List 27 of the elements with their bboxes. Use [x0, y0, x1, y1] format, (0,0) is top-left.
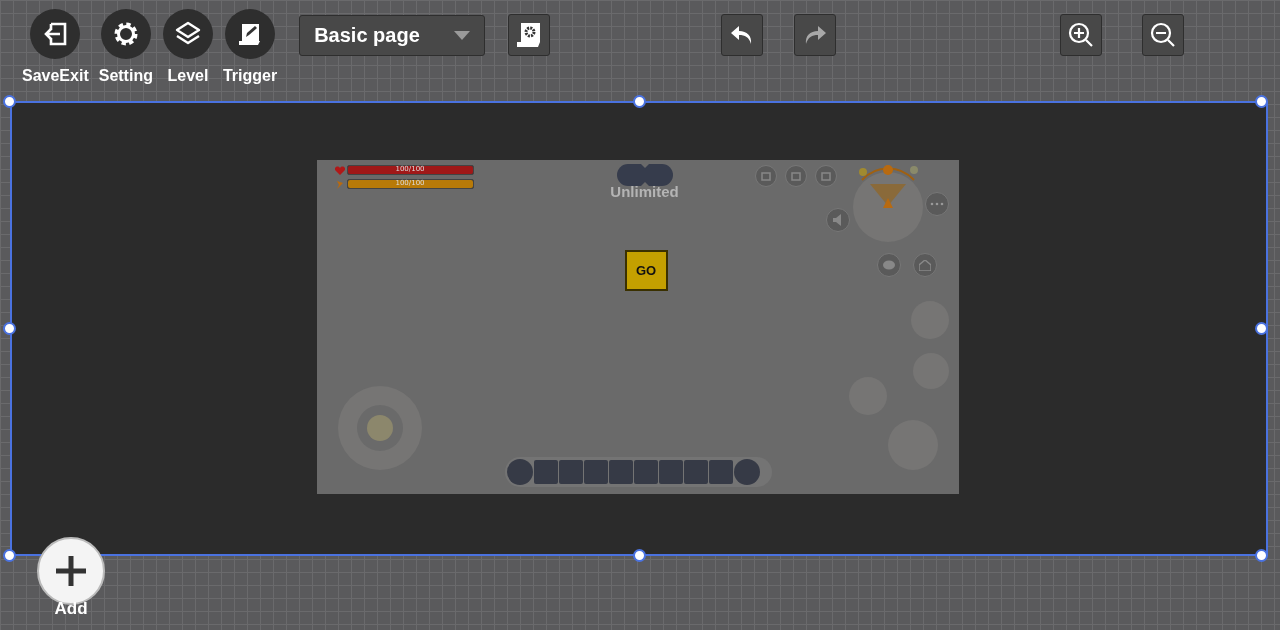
inventory-slot[interactable] — [658, 460, 683, 484]
inventory-slot[interactable] — [533, 460, 558, 484]
page-settings-button[interactable] — [508, 14, 551, 56]
inventory-slot[interactable] — [708, 460, 733, 484]
zoom-in-button[interactable] — [1060, 14, 1103, 56]
caret-icon — [454, 31, 471, 40]
speaker-icon[interactable] — [825, 208, 850, 232]
go-button[interactable]: GO — [624, 250, 668, 291]
page-dropdown[interactable]: Basic page — [299, 15, 486, 56]
inventory-slot[interactable] — [608, 460, 633, 484]
redo-arrow-icon — [803, 25, 828, 45]
mode-label: Unlimited — [609, 183, 680, 200]
inventory-slot[interactable] — [633, 460, 658, 484]
timer-capsule-icon — [616, 164, 673, 186]
inventory-slot[interactable] — [583, 460, 608, 484]
zoom-out-button[interactable] — [1142, 14, 1185, 56]
resize-handle[interactable] — [3, 95, 16, 108]
more-icon[interactable] — [924, 192, 949, 216]
inventory-slot[interactable] — [683, 460, 708, 484]
plus-icon — [54, 554, 88, 588]
chat-icon[interactable] — [876, 253, 901, 277]
resize-handle[interactable] — [3, 549, 16, 562]
home-icon[interactable] — [912, 253, 937, 277]
heart-icon — [334, 166, 345, 175]
joystick-drawing[interactable] — [336, 385, 423, 471]
undo-button[interactable] — [721, 14, 764, 56]
inventory-slot[interactable] — [558, 460, 583, 484]
